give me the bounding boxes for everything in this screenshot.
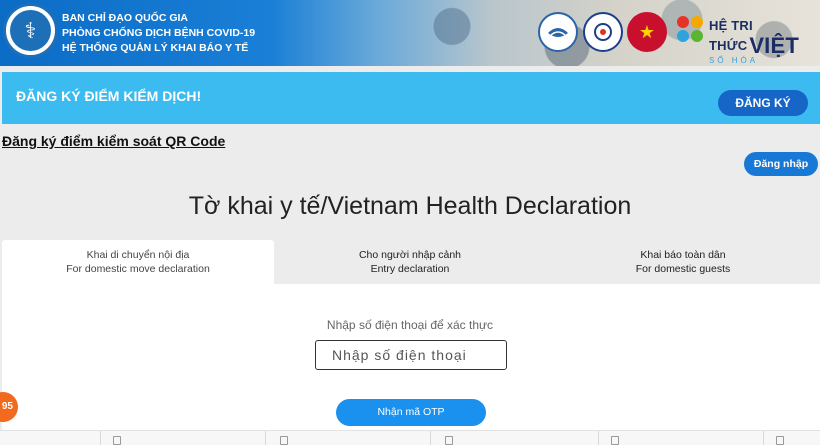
phone-number-input[interactable] <box>315 340 507 370</box>
tab-domestic-guests[interactable]: Khai báo toàn dân For domestic guests <box>546 240 820 284</box>
document-icon <box>611 436 619 445</box>
tab-label-en: Entry declaration <box>370 263 450 275</box>
phone-verification-label: Nhập số điện thoại để xác thực <box>326 318 494 332</box>
document-icon <box>776 436 784 445</box>
header-title-block: BAN CHỈ ĐẠO QUỐC GIA PHÒNG CHỐNG DỊCH BỆ… <box>62 11 255 56</box>
bottom-cell <box>100 431 265 445</box>
banner-title: ĐĂNG KÝ ĐIỂM KIỂM DỊCH! <box>16 88 202 104</box>
header-line-2: PHÒNG CHỐNG DỊCH BỆNH COVID-19 <box>62 27 256 39</box>
register-checkpoint-banner: ĐĂNG KÝ ĐIỂM KIỂM DỊCH! <box>2 72 820 124</box>
bottom-cell <box>265 431 430 445</box>
register-button[interactable]: ĐĂNG KÝ <box>718 90 808 116</box>
tab-label-en: For domestic move declaration <box>66 263 210 275</box>
document-icon <box>445 436 453 445</box>
tab-label-en: For domestic guests <box>635 263 731 275</box>
bottom-cell <box>763 431 820 445</box>
bottom-cell <box>598 431 763 445</box>
partner-logo-icon-1 <box>538 12 578 52</box>
header-line-3: HỆ THỐNG QUẢN LÝ KHAI BÁO Y TẾ <box>62 42 249 54</box>
tab-label-vi: Cho người nhập cảnh <box>358 249 462 261</box>
tab-entry-declaration[interactable]: Cho người nhập cảnh Entry declaration <box>274 240 546 284</box>
document-icon <box>280 436 288 445</box>
header-line-1: BAN CHỈ ĐẠO QUỐC GIA <box>62 12 188 24</box>
bottom-cell <box>430 431 595 445</box>
site-header: ⚕ BAN CHỈ ĐẠO QUỐC GIA PHÒNG CHỐNG DỊCH … <box>0 0 820 66</box>
national-emblem-icon: ★ <box>627 12 667 52</box>
login-button[interactable]: Đăng nhập <box>744 152 818 176</box>
page-title: Tờ khai y tế/Vietnam Health Declaration <box>188 192 632 220</box>
tab-label-vi: Khai di chuyển nội địa <box>86 249 190 261</box>
he-tri-thuc-viet-logo-icon <box>677 16 707 46</box>
bottom-toolbar-row <box>0 430 820 445</box>
ministry-of-health-logo-icon[interactable]: ⚕ <box>3 3 58 58</box>
tab-domestic-move[interactable]: Khai di chuyển nội địa For domestic move… <box>2 240 274 284</box>
he-tri-thuc-viet-wordmark: HỆ TRI THỨCVIỆT SỐ HÓA <box>709 18 800 65</box>
document-icon <box>113 436 121 445</box>
qr-code-registration-link[interactable]: Đăng ký điểm kiểm soát QR Code <box>2 133 225 149</box>
tab-label-vi: Khai báo toàn dân <box>640 249 726 261</box>
partner-logo-icon-2 <box>583 12 623 52</box>
get-otp-button[interactable]: Nhận mã OTP <box>336 399 486 426</box>
